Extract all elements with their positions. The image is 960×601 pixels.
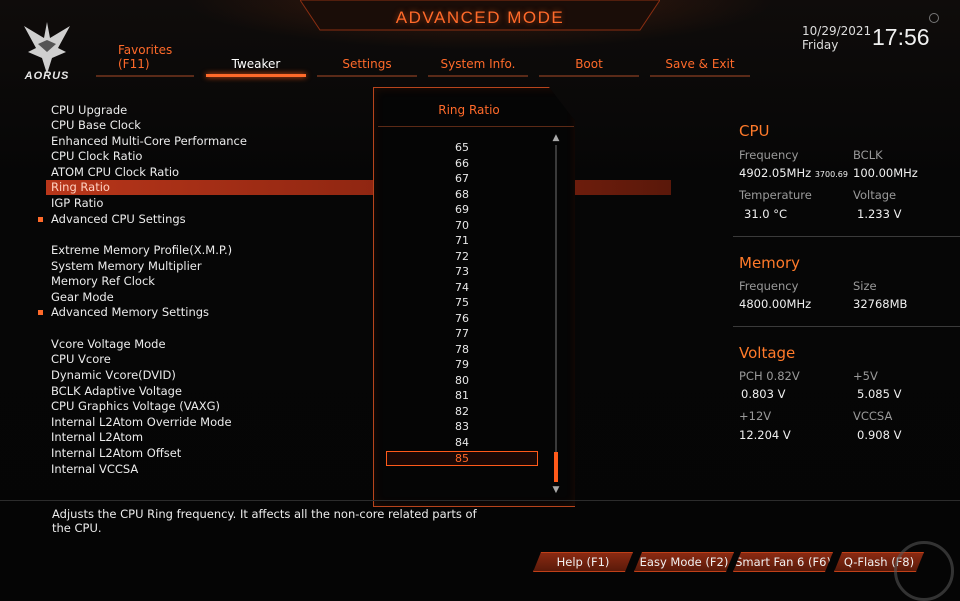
logo-text: AORUS bbox=[24, 70, 70, 82]
vccsa-label: VCCSA bbox=[853, 409, 893, 423]
popup-title: Ring Ratio bbox=[438, 103, 500, 117]
scroll-down-icon[interactable]: ▼ bbox=[550, 485, 562, 495]
popup-option[interactable]: 76 bbox=[386, 312, 538, 326]
popup-option[interactable]: 83 bbox=[386, 420, 538, 434]
cpu-voltage-label: Voltage bbox=[853, 188, 897, 202]
selected-row-highlight bbox=[46, 180, 671, 195]
memory-size-label: Size bbox=[853, 279, 877, 293]
menu-item-ring-ratio[interactable]: Ring Ratio bbox=[51, 180, 110, 195]
popup-option-selected[interactable]: 85 bbox=[386, 451, 538, 466]
clock: 17:56 bbox=[872, 24, 930, 50]
memory-size-value: 32768MB bbox=[853, 297, 908, 311]
cpu-voltage-value: 1.233 V bbox=[857, 207, 902, 221]
popup-option[interactable]: 69 bbox=[386, 203, 538, 217]
popup-scrollbar[interactable] bbox=[555, 145, 557, 482]
menu-item-l2atom[interactable]: Internal L2Atom bbox=[51, 430, 143, 445]
popup-option[interactable]: 74 bbox=[386, 281, 538, 295]
popup-option[interactable]: 73 bbox=[386, 265, 538, 279]
menu-item-advanced-cpu-settings[interactable]: Advanced CPU Settings bbox=[38, 212, 186, 227]
tab-tweaker[interactable]: Tweaker bbox=[206, 55, 306, 77]
menu-item-cpu-vcore[interactable]: CPU Vcore bbox=[51, 352, 111, 367]
vccsa-value: 0.908 V bbox=[857, 428, 902, 442]
settings-icon[interactable] bbox=[929, 13, 939, 23]
tab-favorites-label: Favorites (F11) bbox=[118, 43, 173, 71]
popup-option[interactable]: 67 bbox=[386, 172, 538, 186]
cpu-temperature-label: Temperature bbox=[739, 188, 812, 202]
popup-option[interactable]: 82 bbox=[386, 405, 538, 419]
popup-option[interactable]: 84 bbox=[386, 436, 538, 450]
menu-item-cpu-graphics-voltage[interactable]: CPU Graphics Voltage (VAXG) bbox=[51, 399, 220, 414]
menu-item-atom-cpu-clock-ratio[interactable]: ATOM CPU Clock Ratio bbox=[51, 165, 179, 180]
menu-item-memory-ref-clock[interactable]: Memory Ref Clock bbox=[51, 274, 155, 289]
popup-option[interactable]: 72 bbox=[386, 250, 538, 264]
panel-divider bbox=[733, 326, 960, 327]
popup-option[interactable]: 78 bbox=[386, 343, 538, 357]
popup-option[interactable]: 77 bbox=[386, 327, 538, 341]
menu-item-dynamic-vcore[interactable]: Dynamic Vcore(DVID) bbox=[51, 368, 176, 383]
popup-option[interactable]: 79 bbox=[386, 358, 538, 372]
memory-frequency-value: 4800.00MHz bbox=[739, 297, 812, 311]
tab-system-info[interactable]: System Info. bbox=[428, 55, 528, 77]
watermark-icon bbox=[894, 541, 954, 601]
menu-item-advanced-memory-settings[interactable]: Advanced Memory Settings bbox=[37, 305, 209, 320]
popup-option[interactable]: 75 bbox=[386, 296, 538, 310]
v12-label: +12V bbox=[739, 409, 772, 423]
menu-item-gear-mode[interactable]: Gear Mode bbox=[51, 290, 114, 305]
menu-item-system-memory-multiplier[interactable]: System Memory Multiplier bbox=[51, 259, 202, 274]
popup-scrollbar-thumb[interactable] bbox=[554, 452, 558, 482]
cpu-bclk-label: BCLK bbox=[853, 148, 883, 162]
menu-item-bclk-adaptive-voltage[interactable]: BCLK Adaptive Voltage bbox=[51, 384, 182, 399]
tab-boot[interactable]: Boot bbox=[539, 55, 639, 77]
cpu-section-title: CPU bbox=[739, 122, 770, 140]
v5-value: 5.085 V bbox=[857, 387, 902, 401]
tab-save-exit[interactable]: Save & Exit bbox=[650, 55, 750, 77]
v12-value: 12.204 V bbox=[739, 428, 791, 442]
v5-label: +5V bbox=[853, 369, 878, 383]
cpu-temperature-value: 31.0 °C bbox=[744, 207, 788, 221]
pch-value: 0.803 V bbox=[741, 387, 786, 401]
menu-item-enhanced-multi-core[interactable]: Enhanced Multi-Core Performance bbox=[51, 134, 247, 149]
popup-option[interactable]: 66 bbox=[386, 157, 538, 171]
date-display: 10/29/2021 Friday bbox=[802, 24, 871, 52]
cpu-frequency-label: Frequency bbox=[739, 148, 799, 162]
help-description: Adjusts the CPU Ring frequency. It affec… bbox=[52, 507, 477, 535]
popup-option[interactable]: 80 bbox=[386, 374, 538, 388]
menu-item-cpu-base-clock[interactable]: CPU Base Clock bbox=[51, 118, 141, 133]
day-text: Friday bbox=[802, 38, 839, 52]
pch-label: PCH 0.82V bbox=[739, 369, 800, 383]
cpu-frequency-sub: 3700.69 bbox=[814, 170, 848, 179]
menu-item-l2atom-override-mode[interactable]: Internal L2Atom Override Mode bbox=[51, 415, 232, 430]
menu-item-cpu-upgrade[interactable]: CPU Upgrade bbox=[51, 103, 127, 118]
cpu-bclk-value: 100.00MHz bbox=[853, 166, 918, 180]
popup-option[interactable]: 65 bbox=[386, 141, 538, 155]
cpu-frequency-main: 4902.05MHz bbox=[739, 166, 812, 180]
memory-section-title: Memory bbox=[739, 254, 801, 272]
easy-mode-button[interactable]: Easy Mode (F2) bbox=[634, 552, 734, 572]
popup-option[interactable]: 71 bbox=[386, 234, 538, 248]
cpu-frequency-value: 4902.05MHz 3700.69 bbox=[739, 166, 848, 180]
date-text: 10/29/2021 bbox=[802, 24, 872, 38]
menu-item-vcore-voltage-mode[interactable]: Vcore Voltage Mode bbox=[51, 337, 166, 352]
popup-divider bbox=[378, 126, 574, 127]
tab-favorites[interactable]: Favorites (F11) bbox=[96, 43, 194, 77]
voltage-section-title: Voltage bbox=[739, 344, 796, 362]
page-title: ADVANCED MODE bbox=[395, 8, 565, 27]
memory-frequency-label: Frequency bbox=[739, 279, 799, 293]
popup-option[interactable]: 68 bbox=[386, 188, 538, 202]
menu-item-igp-ratio[interactable]: IGP Ratio bbox=[51, 196, 103, 211]
popup-option[interactable]: 81 bbox=[386, 389, 538, 403]
tab-settings[interactable]: Settings bbox=[317, 55, 417, 77]
menu-item-l2atom-offset[interactable]: Internal L2Atom Offset bbox=[51, 446, 181, 461]
help-button[interactable]: Help (F1) bbox=[533, 552, 633, 572]
help-divider bbox=[0, 500, 960, 501]
menu-item-xmp[interactable]: Extreme Memory Profile(X.M.P.) bbox=[51, 243, 232, 258]
panel-divider bbox=[733, 236, 960, 237]
scroll-up-icon[interactable]: ▲ bbox=[550, 133, 562, 143]
smart-fan-button[interactable]: Smart Fan 6 (F6) bbox=[733, 552, 833, 572]
menu-item-cpu-clock-ratio[interactable]: CPU Clock Ratio bbox=[51, 149, 142, 164]
popup-option[interactable]: 70 bbox=[386, 219, 538, 233]
menu-item-internal-vccsa[interactable]: Internal VCCSA bbox=[51, 462, 138, 477]
